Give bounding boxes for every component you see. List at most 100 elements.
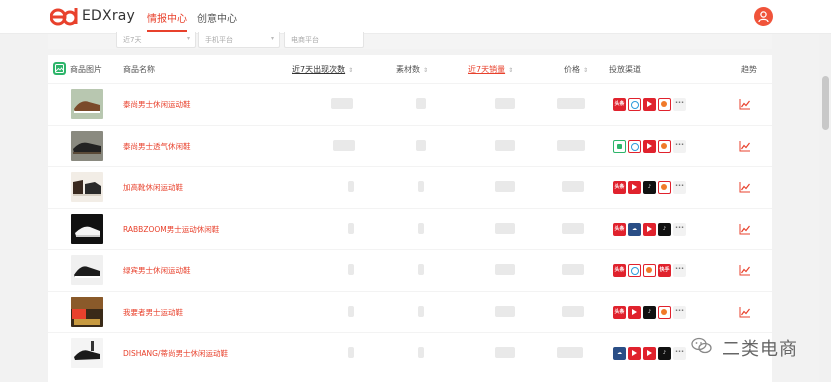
video-play-icon [643,347,656,360]
cloud-platform-icon: ☁ [613,347,626,360]
user-icon [758,11,769,23]
sort-icon[interactable]: ⇕ [508,67,513,74]
blurred-sales [495,306,515,317]
product-name-link[interactable]: 泰尚男士透气休闲鞋 [123,141,191,152]
table-row[interactable]: 泰尚男士透气休闲鞋 ··· [48,125,772,166]
nav-intel-center[interactable]: 情报中心 [147,10,187,25]
product-thumbnail[interactable] [71,255,103,285]
product-thumbnail[interactable] [71,297,103,327]
blurred-sales [495,223,515,234]
toutiao-icon: 头条 [613,264,626,277]
more-channels-icon[interactable]: ··· [673,98,686,111]
cloud-platform-icon: ☁ [628,223,641,236]
blurred-appearances [348,181,354,192]
nav-creative-center[interactable]: 创意中心 [197,10,237,25]
blurred-price [562,306,584,317]
kuaishou-icon [643,264,656,277]
blurred-appearances [348,306,354,317]
wechat-watermark-icon [691,337,712,354]
blurred-appearances [348,264,354,275]
channel-icons: 头条 ♪ ··· [613,306,686,319]
channel-icons: 头条 ··· [613,98,686,111]
blurred-materials [418,347,424,358]
channel-icons: ☁ ♪ ··· [613,347,686,360]
table-row[interactable]: 泰尚男士休闲运动鞋 头条 ··· [48,83,772,124]
more-channels-icon[interactable]: ··· [673,223,686,236]
header-trend: 趋势 [741,65,757,74]
user-avatar[interactable] [754,7,773,26]
table-row[interactable]: RABBZOOM男士运动休闲鞋 头条 ☁ ♪ ··· [48,208,772,249]
brand-name[interactable]: EDXray [82,8,135,24]
trend-chart-icon[interactable] [739,223,751,235]
blurred-sales [495,181,515,192]
weibo-icon [628,140,641,153]
chevron-down-icon: ▾ [186,35,190,42]
chevron-down-icon: ▾ [270,35,274,42]
table-row[interactable]: 绿宾男士休闲运动鞋 头条 快手 ··· [48,249,772,290]
table-row[interactable]: DISHANG/蒂尚男士休闲运动鞋 ☁ ♪ ··· [48,332,772,373]
more-channels-icon[interactable]: ··· [673,347,686,360]
kuaishou-icon [658,181,671,194]
product-thumbnail[interactable] [71,89,103,119]
table-row[interactable]: 我要者男士运动鞋 头条 ♪ ··· [48,291,772,332]
blurred-materials [418,264,424,275]
channel-icons: ··· [613,140,686,153]
header-product-name: 商品名称 [123,65,155,74]
blurred-materials [416,140,426,151]
header-materials[interactable]: 素材数 ⇕ [396,64,428,75]
blurred-price [562,181,584,192]
scrollbar-thumb[interactable] [822,76,829,130]
more-channels-icon[interactable]: ··· [673,306,686,319]
more-channels-icon[interactable]: ··· [673,181,686,194]
time-range-select[interactable]: 近7天 ▾ [116,32,196,48]
channel-icons: 头条 快手 ··· [613,264,686,277]
blurred-appearances [348,223,354,234]
trend-chart-icon[interactable] [739,140,751,152]
blurred-appearances [333,140,355,151]
blurred-appearances [331,98,353,109]
trend-chart-icon[interactable] [739,306,751,318]
edxray-logo-icon[interactable] [50,6,78,28]
product-thumbnail[interactable] [71,338,103,368]
header-price[interactable]: 价格 ⇕ [564,64,588,75]
blurred-price [562,223,584,234]
header-materials-label: 素材数 [396,65,420,74]
trend-chart-icon[interactable] [739,264,751,276]
channel-icons: 头条 ☁ ♪ ··· [613,223,686,236]
product-thumbnail[interactable] [71,131,103,161]
table-row[interactable]: 加高靴休闲运动鞋 头条 ♪ ··· [48,166,772,207]
weibo-icon [628,98,641,111]
product-name-link[interactable]: 泰尚男士休闲运动鞋 [123,99,191,110]
product-thumbnail[interactable] [71,214,103,244]
platform-select[interactable]: 电商平台 [284,32,364,48]
trend-chart-icon[interactable] [739,98,751,110]
sort-icon[interactable]: ⇕ [423,67,428,74]
douyin-icon: ♪ [658,347,671,360]
blurred-materials [418,223,424,234]
product-name-link[interactable]: 绿宾男士休闲运动鞋 [123,265,191,276]
more-channels-icon[interactable]: ··· [673,140,686,153]
product-name-link[interactable]: RABBZOOM男士运动休闲鞋 [123,224,219,235]
more-channels-icon[interactable]: ··· [673,264,686,277]
trend-chart-icon[interactable] [739,181,751,193]
time-range-value: 近7天 [123,36,142,44]
sort-icon[interactable]: ⇕ [583,67,588,74]
product-name-link[interactable]: DISHANG/蒂尚男士休闲运动鞋 [123,348,228,359]
header-sales[interactable]: 近7天销量 ⇕ [468,64,513,75]
blurred-sales [495,347,515,358]
sort-icon[interactable]: ⇕ [348,67,353,74]
header-appearances[interactable]: 近7天出现次数 ⇕ [292,64,353,75]
product-name-link[interactable]: 我要者男士运动鞋 [123,307,183,318]
blurred-price [557,98,585,109]
blurred-materials [418,181,424,192]
video-play-icon [643,140,656,153]
category-select[interactable]: 手机平台 ▾ [198,32,280,48]
product-thumbnail[interactable] [71,172,103,202]
product-table-card: 商品图片 商品名称 近7天出现次数 ⇕ 素材数 ⇕ 近7天销量 ⇕ 价格 ⇕ 投放渠道 … [48,55,772,382]
wechat-icon [613,140,626,153]
watermark-text: 二类电商 [722,339,798,360]
product-name-link[interactable]: 加高靴休闲运动鞋 [123,182,183,193]
filter-bar: 近7天 ▾ 手机平台 ▾ 电商平台 [48,32,772,49]
kuaishou-icon [658,306,671,319]
header-appearances-label: 近7天出现次数 [292,65,346,74]
